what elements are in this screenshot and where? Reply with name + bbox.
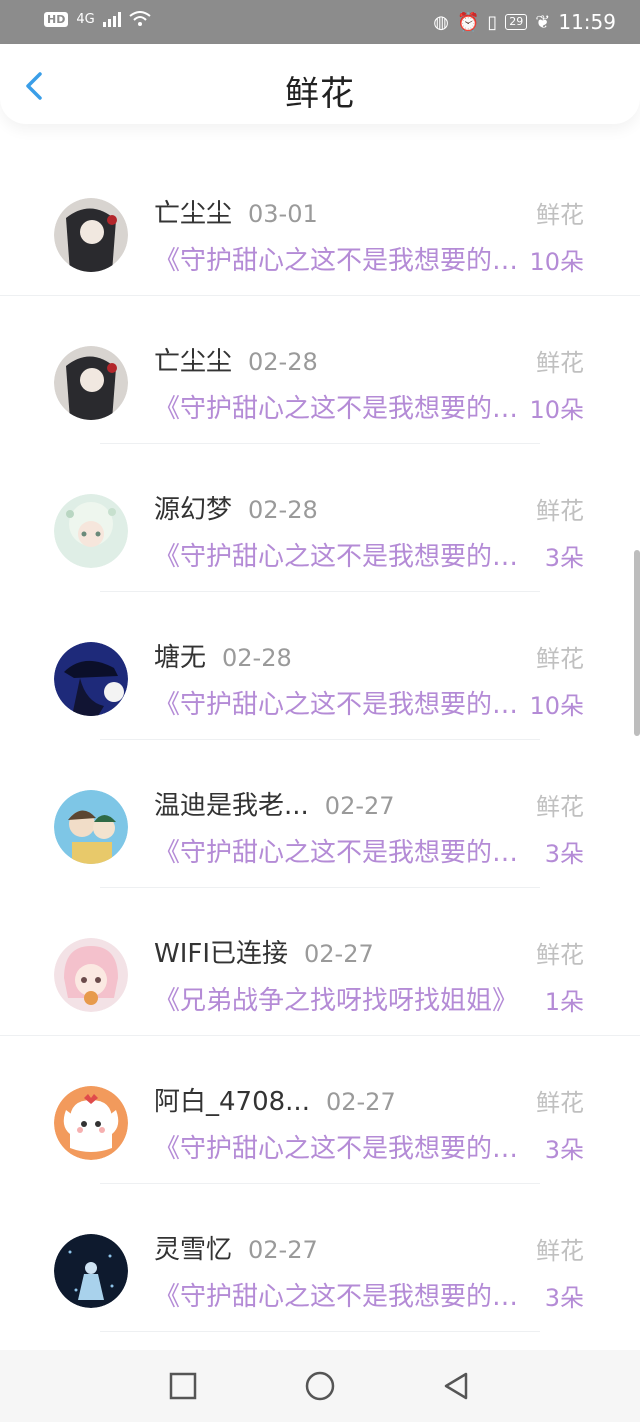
user-name: WIFI已连接 <box>154 939 288 969</box>
wifi-icon <box>129 11 151 26</box>
vibrate-icon: ▯ <box>487 11 498 33</box>
book-title-link[interactable]: 《守护甜心之这不是我想要的结局》 <box>154 684 530 721</box>
recent-apps-button[interactable] <box>167 1370 199 1402</box>
date: 02-28 <box>248 348 318 376</box>
date: 02-27 <box>304 940 374 968</box>
nfc-icon: ◍ <box>433 11 449 33</box>
scrollbar[interactable] <box>634 550 640 736</box>
avatar[interactable] <box>54 346 128 420</box>
avatar[interactable] <box>54 790 128 864</box>
list-item[interactable]: 灵雪忆 02-27 鲜花 《守护甜心之这不是我想要的结局》 3朵 <box>0 1184 640 1332</box>
network-type: 4G <box>76 11 95 27</box>
date: 02-27 <box>248 1236 318 1264</box>
page-title: 鲜花 <box>285 74 355 114</box>
flower-count: 10朵 <box>529 692 584 720</box>
divider <box>100 1331 540 1332</box>
book-title-link[interactable]: 《守护甜心之这不是我想要的结局》 <box>154 240 530 277</box>
avatar[interactable] <box>54 642 128 716</box>
system-nav-bar <box>0 1350 640 1422</box>
gift-type: 鲜花 <box>536 497 584 525</box>
clock: 11:59 <box>558 10 616 34</box>
back-nav-button[interactable] <box>440 1370 472 1402</box>
book-title-link[interactable]: 《兄弟战争之找呀找呀找姐姐》 <box>154 980 530 1017</box>
date: 02-28 <box>222 644 292 672</box>
list-item[interactable]: 亡尘尘 02-28 鲜花 《守护甜心之这不是我想要的结局》 10朵 <box>0 296 640 444</box>
home-button[interactable] <box>304 1370 336 1402</box>
user-name: 亡尘尘 <box>154 347 233 377</box>
hd-icon: HD <box>44 11 69 27</box>
date: 02-28 <box>248 496 318 524</box>
flower-count: 3朵 <box>544 840 584 868</box>
avatar[interactable] <box>54 198 128 272</box>
date: 02-27 <box>324 792 395 820</box>
user-name-row: 阿白_4708... 02-27 <box>154 1081 396 1118</box>
flower-count: 3朵 <box>544 1136 584 1164</box>
user-name: 源幻梦 <box>154 495 233 525</box>
gift-type: 鲜花 <box>536 349 584 377</box>
gift-type: 鲜花 <box>536 941 584 969</box>
user-name-row: 亡尘尘 02-28 <box>154 341 318 378</box>
flower-count: 10朵 <box>529 396 584 424</box>
user-name: 塘无 <box>154 643 207 673</box>
app-header: 鲜花 <box>0 44 640 124</box>
user-name-row: 灵雪忆 02-27 <box>154 1229 318 1266</box>
user-name-row: WIFI已连接 02-27 <box>154 933 374 970</box>
list-item[interactable]: 阿白_4708... 02-27 鲜花 《守护甜心之这不是我想要的结局》 3朵 <box>0 1036 640 1184</box>
user-name-row: 亡尘尘 03-01 <box>154 193 318 230</box>
gift-type: 鲜花 <box>536 1237 584 1265</box>
gift-type: 鲜花 <box>536 645 584 673</box>
battery-icon: 29 <box>505 14 528 30</box>
gift-type: 鲜花 <box>536 793 584 821</box>
list-item[interactable]: 亡尘尘 03-01 鲜花 《守护甜心之这不是我想要的结局》 10朵 <box>0 148 640 296</box>
flower-count: 1朵 <box>544 988 584 1016</box>
avatar[interactable] <box>54 494 128 568</box>
list-item[interactable]: 温迪是我老... 02-27 鲜花 《守护甜心之这不是我想要的结局》 3朵 <box>0 740 640 888</box>
flower-count: 3朵 <box>544 544 584 572</box>
book-title-link[interactable]: 《守护甜心之这不是我想要的结局》 <box>154 536 530 573</box>
list-item[interactable]: 塘无 02-28 鲜花 《守护甜心之这不是我想要的结局》 10朵 <box>0 592 640 740</box>
user-name: 阿白_4708... <box>154 1087 310 1117</box>
book-title-link[interactable]: 《守护甜心之这不是我想要的结局》 <box>154 832 530 869</box>
book-title-link[interactable]: 《守护甜心之这不是我想要的结局》 <box>154 1276 530 1313</box>
user-name: 灵雪忆 <box>154 1235 233 1265</box>
book-title-link[interactable]: 《守护甜心之这不是我想要的结局》 <box>154 388 530 425</box>
gift-type: 鲜花 <box>536 1089 584 1117</box>
user-name: 亡尘尘 <box>154 199 233 229</box>
flower-record-list: 亡尘尘 03-01 鲜花 《守护甜心之这不是我想要的结局》 10朵 亡尘尘 02-2… <box>0 148 640 1332</box>
date: 03-01 <box>248 200 318 228</box>
flower-count: 10朵 <box>529 248 584 276</box>
alarm-icon: ⏰ <box>456 11 480 33</box>
user-name-row: 源幻梦 02-28 <box>154 489 318 526</box>
status-bar: HD 4G ◍ ⏰ ▯ 29 ❦ 11:59 <box>0 0 640 44</box>
book-title-link[interactable]: 《守护甜心之这不是我想要的结局》 <box>154 1128 530 1165</box>
gift-type: 鲜花 <box>536 201 584 229</box>
date: 02-27 <box>325 1088 396 1116</box>
flower-count: 3朵 <box>544 1284 584 1312</box>
avatar[interactable] <box>54 938 128 1012</box>
signal-icon <box>102 11 121 27</box>
list-item[interactable]: WIFI已连接 02-27 鲜花 《兄弟战争之找呀找呀找姐姐》 1朵 <box>0 888 640 1036</box>
avatar[interactable] <box>54 1234 128 1308</box>
avatar[interactable] <box>54 1086 128 1160</box>
user-name-row: 塘无 02-28 <box>154 637 292 674</box>
user-name-row: 温迪是我老... 02-27 <box>154 785 395 822</box>
list-item[interactable]: 源幻梦 02-28 鲜花 《守护甜心之这不是我想要的结局》 3朵 <box>0 444 640 592</box>
leaf-icon: ❦ <box>535 11 551 33</box>
user-name: 温迪是我老... <box>154 791 309 821</box>
